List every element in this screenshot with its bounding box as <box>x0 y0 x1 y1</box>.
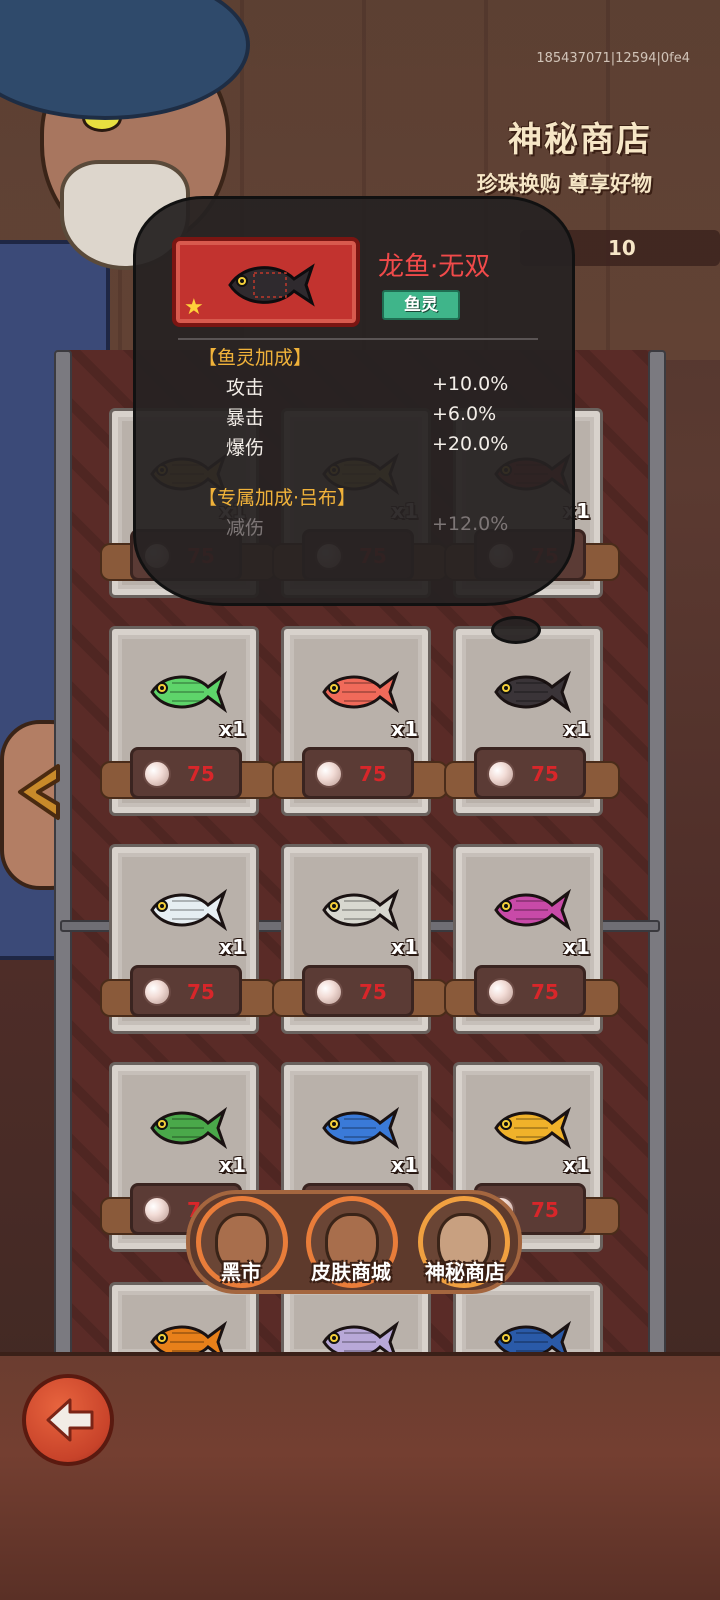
back-arrow-icon <box>46 1398 94 1442</box>
stat-value: +10.0% <box>432 373 509 395</box>
stat-label: 攻击 <box>226 377 265 399</box>
shelf-post <box>648 350 666 1360</box>
price-tag[interactable]: 75 <box>474 965 586 1017</box>
price-tag[interactable]: 75 <box>130 747 242 799</box>
price-tag[interactable]: 75 <box>474 747 586 799</box>
shop-item-card[interactable]: x175 <box>272 844 448 1034</box>
pearl-icon <box>315 978 343 1006</box>
price-tag[interactable]: 75 <box>130 965 242 1017</box>
pearl-balance: 10 <box>608 236 636 260</box>
tab-black-market-label: 黑市 <box>221 1260 261 1284</box>
previous-page-arrow-icon[interactable] <box>12 760 64 824</box>
popup-item-tag: 鱼灵 <box>382 290 460 320</box>
item-quantity: x1 <box>563 717 590 741</box>
shelf-post <box>54 350 72 1360</box>
stat-label: 暴击 <box>226 407 265 429</box>
exclusive-bonus-title: 【专属加成·吕布】 <box>198 487 357 509</box>
floor-counter <box>0 1352 720 1600</box>
fish-spirit-bonus-title: 【鱼灵加成】 <box>198 347 313 369</box>
popup-item-name: 龙鱼·无双 <box>378 252 491 282</box>
blue-arowana-icon <box>322 1106 400 1150</box>
popup-divider <box>178 338 538 340</box>
pearl-icon <box>487 978 515 1006</box>
game-scene: x175x175x175x175x175x175x175x175x175x175… <box>0 0 720 1600</box>
shop-item-card[interactable]: x175 <box>272 626 448 816</box>
pearl-icon <box>143 760 171 788</box>
black-arowana-icon <box>494 670 572 714</box>
stat-value: +6.0% <box>432 403 497 425</box>
exclusive-stat-label: 减伤 <box>226 517 265 539</box>
price-tag[interactable]: 75 <box>302 747 414 799</box>
item-price: 75 <box>531 1198 559 1222</box>
player-id-text: 185437071|12594|0fe4 <box>536 51 690 66</box>
star-icon: ★ <box>184 295 204 320</box>
item-quantity: x1 <box>219 717 246 741</box>
white-black-arowana-icon <box>322 888 400 932</box>
shop-item-card[interactable]: x175 <box>100 844 276 1034</box>
golden-arowana-icon <box>494 1106 572 1150</box>
stat-label: 爆伤 <box>226 437 265 459</box>
item-quantity: x1 <box>391 935 418 959</box>
tab-skin-mall-label: 皮肤商城 <box>311 1260 391 1284</box>
stat-value: +20.0% <box>432 433 509 455</box>
shop-title: 神秘商店 <box>508 120 652 160</box>
item-price: 75 <box>187 762 215 786</box>
item-quantity: x1 <box>563 1153 590 1177</box>
black-arowana-icon <box>228 263 315 307</box>
purple-arowana-icon <box>494 888 572 932</box>
item-price: 75 <box>359 980 387 1004</box>
shop-item-card[interactable] <box>281 1282 431 1364</box>
shop-subtitle: 珍珠换购 尊享好物 <box>476 172 652 196</box>
green-scale-fish-icon <box>150 1106 228 1150</box>
item-quantity: x1 <box>219 935 246 959</box>
price-tag[interactable]: 75 <box>302 965 414 1017</box>
item-quantity: x1 <box>391 717 418 741</box>
item-price: 75 <box>531 980 559 1004</box>
pearl-icon <box>143 1196 171 1224</box>
item-quantity: x1 <box>563 935 590 959</box>
silver-arowana-icon <box>150 888 228 932</box>
pearl-icon <box>487 760 515 788</box>
shop-item-card[interactable] <box>109 1282 259 1364</box>
item-quantity: x1 <box>391 1153 418 1177</box>
item-price: 75 <box>359 762 387 786</box>
shop-item-card[interactable] <box>453 1282 603 1364</box>
green-arowana-icon <box>150 670 228 714</box>
shop-item-card[interactable]: x175 <box>444 844 620 1034</box>
pearl-icon <box>315 760 343 788</box>
item-quantity: x1 <box>219 1153 246 1177</box>
red-arowana-icon <box>322 670 400 714</box>
exclusive-stat-value: +12.0% <box>432 513 509 535</box>
popup-item-icon-frame: ★ <box>172 237 360 327</box>
shop-item-card[interactable]: x175 <box>100 626 276 816</box>
item-price: 75 <box>531 762 559 786</box>
shop-item-card[interactable]: x175 <box>444 626 620 816</box>
item-price: 75 <box>187 980 215 1004</box>
tab-mystery-shop-label: 神秘商店 <box>425 1260 505 1284</box>
popup-tail-bubble <box>491 616 541 644</box>
pearl-icon <box>143 978 171 1006</box>
back-button[interactable] <box>22 1374 114 1466</box>
